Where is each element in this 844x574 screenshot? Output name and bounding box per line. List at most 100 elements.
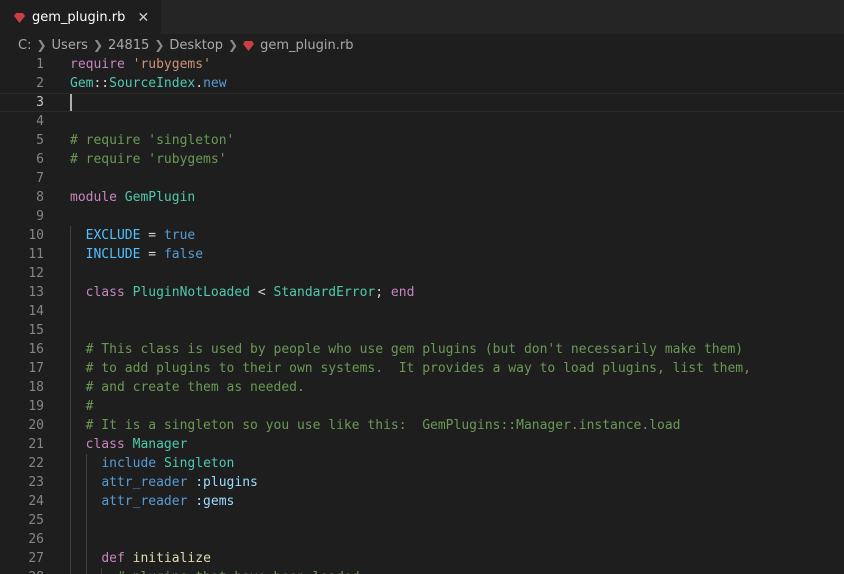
code-line[interactable]: 21 class Manager — [0, 435, 844, 454]
code-line[interactable]: 3 — [0, 93, 844, 112]
token-keyword: end — [390, 285, 415, 300]
token-constant: Singleton — [163, 456, 235, 471]
code-editor[interactable]: 1 require 'rubygems'2 Gem::SourceIndex.new… — [0, 55, 844, 574]
breadcrumb-users[interactable]: Users — [52, 38, 88, 53]
code-text: EXCLUDE = true — [70, 226, 196, 245]
close-icon[interactable]: ✕ — [135, 11, 151, 25]
token-keyword: def — [101, 551, 125, 566]
code-line[interactable]: 11 INCLUDE = false — [0, 245, 844, 264]
line-number: 24 — [28, 494, 44, 509]
token-builtin: include — [101, 456, 157, 471]
line-number: 18 — [28, 380, 44, 395]
code-text: # It is a singleton so you use like this… — [70, 416, 681, 435]
code-text: # and create them as needed. — [70, 378, 305, 397]
line-number: 20 — [28, 418, 44, 433]
line-number: 8 — [36, 190, 44, 205]
token-constant: PluginNotLoaded — [132, 285, 251, 300]
line-number: 15 — [28, 323, 44, 338]
code-line[interactable]: 27 def initialize — [0, 549, 844, 568]
chevron-right-icon: ❯ — [228, 38, 239, 52]
code-text: # require 'singleton' — [70, 131, 234, 150]
indent-guide — [70, 530, 71, 549]
code-line[interactable]: 12 — [0, 264, 844, 283]
line-number: 22 — [28, 456, 44, 471]
code-line[interactable]: 2 Gem::SourceIndex.new — [0, 74, 844, 93]
code-line[interactable]: 28 # plugins that have been loaded — [0, 568, 844, 574]
code-text: Gem::SourceIndex.new — [70, 74, 227, 93]
code-line[interactable]: 19 # — [0, 397, 844, 416]
code-line[interactable]: 22 include Singleton — [0, 454, 844, 473]
token-string: 'rubygems' — [132, 57, 211, 72]
token-punct: . — [195, 76, 204, 91]
token-keyword: require — [70, 57, 125, 72]
code-line[interactable]: 6 # require 'rubygems' — [0, 150, 844, 169]
code-line[interactable]: 13 class PluginNotLoaded < StandardError… — [0, 283, 844, 302]
code-line[interactable]: 23 attr_reader :plugins — [0, 473, 844, 492]
tab-bar: gem_plugin.rb ✕ — [0, 0, 844, 34]
token-comment: # — [85, 399, 94, 414]
code-line[interactable]: 18 # and create them as needed. — [0, 378, 844, 397]
code-text: include Singleton — [70, 454, 234, 473]
breadcrumb-drive[interactable]: C: — [18, 38, 31, 53]
breadcrumb-user-folder[interactable]: 24815 — [108, 38, 149, 53]
line-number: 27 — [28, 551, 44, 566]
line-number: 14 — [28, 304, 44, 319]
line-number: 28 — [0, 568, 44, 574]
token-plain: ; — [375, 285, 391, 300]
code-line[interactable]: 16 # This class is used by people who us… — [0, 340, 844, 359]
code-text: # to add plugins to their own systems. I… — [70, 359, 751, 378]
line-number: 23 — [28, 475, 44, 490]
code-line[interactable]: 26 — [0, 530, 844, 549]
code-text: class PluginNotLoaded < StandardError; e… — [70, 283, 415, 302]
code-line[interactable]: 1 require 'rubygems' — [0, 55, 844, 74]
code-line[interactable]: 20 # It is a singleton so you use like t… — [0, 416, 844, 435]
code-line[interactable]: 4 — [0, 112, 844, 131]
indent-guide — [85, 530, 87, 549]
code-text: class Manager — [70, 435, 188, 454]
token-comment: # to add plugins to their own systems. I… — [85, 361, 751, 376]
breadcrumb-file[interactable]: gem_plugin.rb — [260, 38, 353, 53]
code-line[interactable]: 5 # require 'singleton' — [0, 131, 844, 150]
code-line[interactable]: 24 attr_reader :gems — [0, 492, 844, 511]
code-line[interactable]: 25 — [0, 511, 844, 530]
code-text: attr_reader :plugins — [70, 473, 258, 492]
line-number: 10 — [28, 228, 44, 243]
breadcrumb-desktop[interactable]: Desktop — [169, 38, 223, 53]
code-line[interactable]: 15 — [0, 321, 844, 340]
code-line[interactable]: 7 — [0, 169, 844, 188]
token-plain: < — [250, 285, 274, 300]
code-line[interactable]: 9 — [0, 207, 844, 226]
chevron-right-icon: ❯ — [154, 38, 165, 52]
code-line[interactable]: 10 EXCLUDE = true — [0, 226, 844, 245]
token-builtin: attr_reader — [101, 475, 188, 490]
token-plain: = — [140, 228, 164, 243]
line-number: 21 — [28, 437, 44, 452]
code-text: # plugins that have been loaded — [70, 568, 360, 574]
code-text: # — [70, 397, 94, 416]
token-constant: SourceIndex — [109, 76, 196, 91]
code-text: def initialize — [70, 549, 211, 568]
tab-gem-plugin[interactable]: gem_plugin.rb ✕ — [0, 0, 162, 34]
line-number: 1 — [36, 57, 44, 72]
line-number: 13 — [28, 285, 44, 300]
indent-guide — [85, 511, 87, 530]
code-line[interactable]: 8 module GemPlugin — [0, 188, 844, 207]
code-text: INCLUDE = false — [70, 245, 203, 264]
token-comment: # require 'singleton' — [70, 133, 235, 148]
indent-guide — [70, 511, 71, 530]
code-line[interactable]: 17 # to add plugins to their own systems… — [0, 359, 844, 378]
code-line[interactable]: 14 — [0, 302, 844, 321]
text-cursor — [70, 94, 72, 111]
indent-guide — [70, 264, 71, 283]
indent-guide — [70, 321, 71, 340]
